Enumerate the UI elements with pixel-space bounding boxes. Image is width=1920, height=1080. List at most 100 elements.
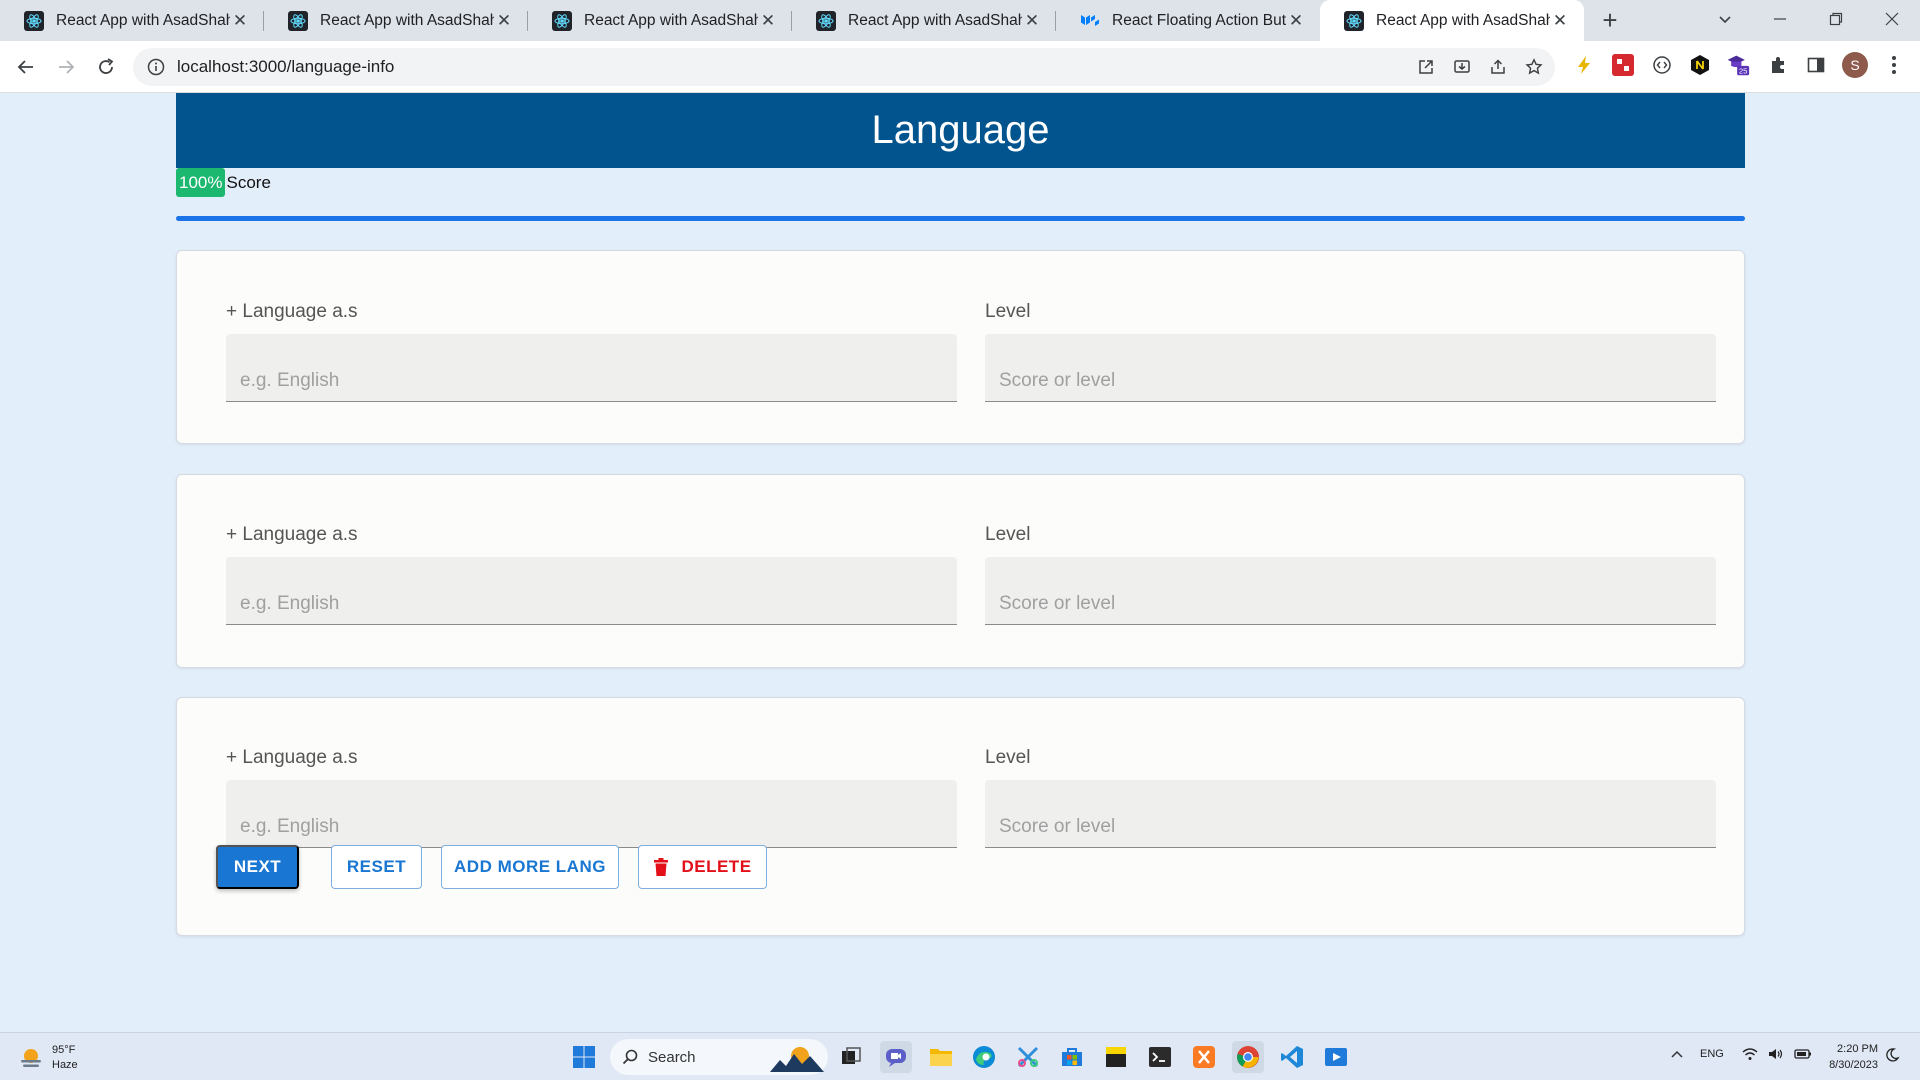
- file-explorer-icon[interactable]: [925, 1041, 957, 1073]
- language-input[interactable]: [226, 334, 957, 402]
- terminal-icon[interactable]: [1144, 1041, 1176, 1073]
- extension-hex-icon[interactable]: [1688, 53, 1712, 77]
- tab-strip: React App with AsadShahi ✕ React App wit…: [0, 0, 1920, 41]
- teams-chat-icon[interactable]: [880, 1041, 912, 1073]
- side-panel-icon[interactable]: [1804, 53, 1828, 77]
- close-tab-icon[interactable]: ✕: [1550, 11, 1570, 31]
- vscode-icon[interactable]: [1276, 1041, 1308, 1073]
- haze-sun-icon: [21, 1049, 41, 1067]
- battery-icon: [1794, 1049, 1811, 1059]
- chrome-icon[interactable]: [1232, 1041, 1264, 1073]
- weather-widget[interactable]: 95°F Haze: [18, 1043, 78, 1073]
- browser-tab-active[interactable]: React App with AsadShahi ✕: [1320, 0, 1584, 41]
- forward-icon[interactable]: [46, 47, 86, 87]
- language-input[interactable]: [226, 557, 957, 625]
- language-field: + Language a.s: [226, 301, 957, 402]
- page-viewport: Language 100% Score + Language a.s Level…: [0, 93, 1920, 1032]
- action-buttons: NEXT RESET ADD MORE LANG DELETE: [216, 845, 816, 889]
- language-input[interactable]: [226, 780, 957, 848]
- sticky-notes-icon[interactable]: [1100, 1041, 1132, 1073]
- extension-grad-cap-icon[interactable]: 25: [1726, 53, 1750, 77]
- close-tab-icon[interactable]: ✕: [494, 11, 514, 31]
- snipping-tool-icon[interactable]: [1012, 1041, 1044, 1073]
- close-window-icon[interactable]: [1872, 0, 1912, 38]
- weather-temp: 95°F: [52, 1044, 76, 1056]
- browser-tab[interactable]: React App with AsadShahi ✕: [264, 0, 528, 41]
- site-info-icon[interactable]: [147, 58, 165, 76]
- open-in-app-icon[interactable]: [1417, 58, 1435, 76]
- level-field-label: Level: [985, 524, 1031, 545]
- trash-icon: [654, 858, 669, 876]
- store-icon[interactable]: [1056, 1041, 1088, 1073]
- add-more-lang-button[interactable]: ADD MORE LANG: [441, 845, 619, 889]
- extension-red-icon[interactable]: [1611, 53, 1635, 77]
- edge-browser-icon[interactable]: [968, 1041, 1000, 1073]
- clock[interactable]: 2:20 PM 8/30/2023: [1822, 1041, 1878, 1073]
- extensions-puzzle-icon[interactable]: [1766, 53, 1790, 77]
- language-entry-card: + Language a.s Level NEXT RESET ADD MORE…: [176, 697, 1745, 936]
- profile-avatar[interactable]: S: [1842, 52, 1868, 78]
- close-tab-icon[interactable]: ✕: [758, 11, 778, 31]
- delete-label: DELETE: [681, 857, 752, 876]
- show-hidden-icons-chevron[interactable]: [1670, 1047, 1684, 1066]
- close-tab-icon[interactable]: ✕: [1286, 11, 1306, 31]
- new-tab-button[interactable]: +: [1590, 0, 1630, 41]
- clock-date: 8/30/2023: [1829, 1059, 1878, 1071]
- menu-kebab-icon[interactable]: [1882, 53, 1906, 77]
- wifi-icon: [1742, 1048, 1758, 1060]
- language-field-label: + Language a.s: [226, 747, 358, 768]
- browser-toolbar: localhost:3000/language-info 25 S: [0, 41, 1920, 93]
- reset-button[interactable]: RESET: [331, 845, 422, 889]
- close-tab-icon[interactable]: ✕: [230, 11, 250, 31]
- close-tab-icon[interactable]: ✕: [1022, 11, 1042, 31]
- tab-title: React App with AsadShahi: [320, 11, 494, 29]
- windows-taskbar: 95°F Haze Search ENG 2:20 PM 8/30/2023: [0, 1032, 1920, 1080]
- language-field-label: + Language a.s: [226, 524, 358, 545]
- clock-time: 2:20 PM: [1837, 1043, 1878, 1055]
- browser-tab[interactable]: React App with AsadShahi ✕: [528, 0, 792, 41]
- level-field: Level: [985, 524, 1716, 625]
- level-input[interactable]: [985, 557, 1716, 625]
- level-field-label: Level: [985, 301, 1031, 322]
- tab-search-icon[interactable]: [1710, 0, 1740, 38]
- extension-code-icon[interactable]: [1650, 53, 1674, 77]
- browser-tab[interactable]: React App with AsadShahi ✕: [792, 0, 1056, 41]
- next-button[interactable]: NEXT: [216, 845, 299, 889]
- level-field-label: Level: [985, 747, 1031, 768]
- react-icon: [1344, 10, 1364, 31]
- language-field: + Language a.s: [226, 747, 957, 848]
- taskbar-search[interactable]: Search: [610, 1039, 828, 1075]
- delete-button[interactable]: DELETE: [638, 845, 767, 889]
- share-icon[interactable]: [1489, 58, 1507, 76]
- back-icon[interactable]: [6, 47, 46, 87]
- install-icon[interactable]: [1453, 58, 1471, 76]
- system-tray[interactable]: [1742, 1047, 1812, 1061]
- reload-icon[interactable]: [86, 47, 126, 87]
- task-view-icon[interactable]: [835, 1041, 867, 1073]
- react-icon: [816, 10, 836, 31]
- bookmark-star-icon[interactable]: [1525, 58, 1543, 76]
- level-input[interactable]: [985, 780, 1716, 848]
- tab-title: React Floating Action Button: [1112, 11, 1286, 29]
- minimize-icon[interactable]: [1760, 0, 1800, 38]
- page-title: Language: [176, 93, 1745, 168]
- volume-icon: [1769, 1049, 1783, 1059]
- search-icon: [622, 1049, 638, 1065]
- score-percent-badge: 100%: [176, 168, 226, 197]
- address-bar[interactable]: localhost:3000/language-info: [133, 48, 1555, 86]
- level-field: Level: [985, 747, 1716, 848]
- level-input[interactable]: [985, 334, 1716, 402]
- input-language[interactable]: ENG: [1700, 1048, 1724, 1060]
- extension-lightning-icon[interactable]: [1572, 53, 1596, 77]
- mui-icon: [1081, 14, 1099, 26]
- url-text: localhost:3000/language-info: [177, 57, 395, 76]
- start-windows-icon[interactable]: [568, 1041, 600, 1073]
- browser-tab[interactable]: React Floating Action Button ✕: [1056, 0, 1320, 41]
- browser-tab[interactable]: React App with AsadShahi ✕: [0, 0, 264, 41]
- media-app-icon[interactable]: [1320, 1041, 1352, 1073]
- restore-icon[interactable]: [1816, 0, 1856, 38]
- react-icon: [288, 10, 308, 31]
- notification-icon[interactable]: [1886, 1047, 1902, 1068]
- xampp-icon[interactable]: [1188, 1041, 1220, 1073]
- score-indicator: 100% Score: [176, 168, 271, 197]
